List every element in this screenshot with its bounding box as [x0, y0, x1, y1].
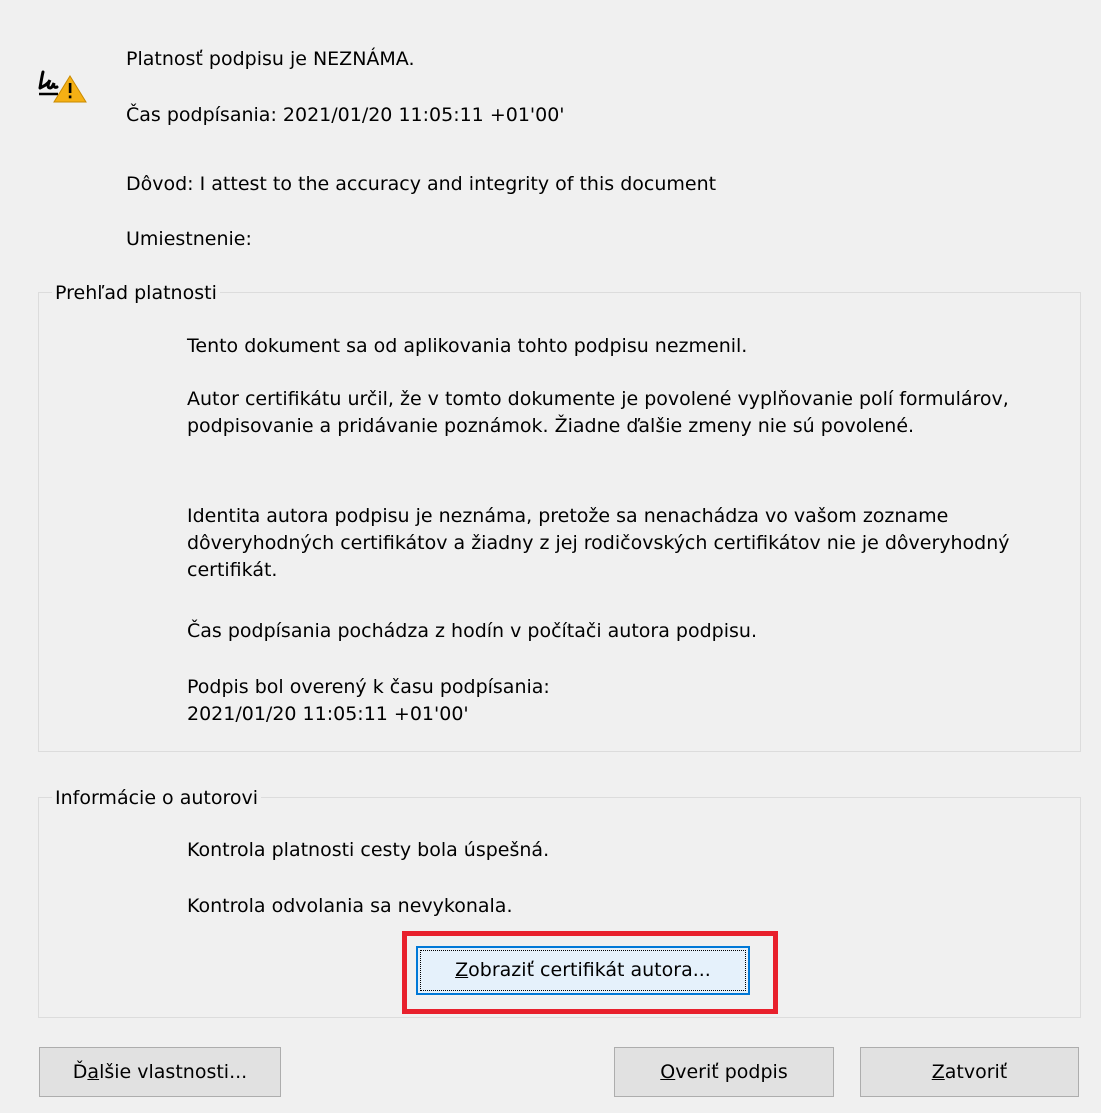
view-author-certificate-button[interactable]: Zobraziť certifikát autora... [416, 946, 750, 995]
validity-paragraph-unchanged: Tento dokument sa od aplikovania tohto p… [187, 335, 748, 357]
reason-label: Dôvod: [126, 173, 194, 195]
more-properties-label: Ďalšie vlastnosti... [72, 1060, 248, 1083]
verify-signature-button[interactable]: Overiť podpis [614, 1047, 834, 1097]
reason-value: I attest to the accuracy and integrity o… [199, 173, 717, 195]
verify-signature-label: Overiť podpis [660, 1060, 788, 1083]
close-label: Zatvoriť [931, 1060, 1008, 1083]
location-label: Umiestnenie: [126, 228, 252, 250]
signature-status-text: Platnosť podpisu je NEZNÁMA. [126, 48, 415, 70]
close-button[interactable]: Zatvoriť [860, 1047, 1079, 1097]
validity-paragraph-identity: Identita autora podpisu je neznáma, pret… [187, 505, 1010, 581]
more-properties-button[interactable]: Ďalšie vlastnosti... [39, 1047, 281, 1097]
validity-paragraph-permissions: Autor certifikátu určil, že v tomto doku… [187, 388, 1009, 437]
verified-at-label: Podpis bol overený k času podpísania: [187, 676, 550, 698]
revocation-check-text: Kontrola odvolania sa nevykonala. [187, 895, 513, 917]
verified-at-time: 2021/01/20 11:05:11 +01'00' [187, 703, 469, 725]
signing-time-label: Čas podpísania: [126, 104, 277, 126]
validity-paragraph-time-source: Čas podpísania pochádza z hodín v počíta… [187, 620, 757, 642]
reason-row: Dôvod: I attest to the accuracy and inte… [126, 173, 716, 195]
validity-summary-legend: Prehľad platnosti [52, 282, 220, 304]
signature-warning-icon [38, 66, 88, 112]
validity-paragraph-verified-at: Podpis bol overený k času podpísania: 20… [187, 674, 1047, 728]
author-info-legend: Informácie o autorovi [52, 787, 262, 809]
view-author-certificate-label: Zobraziť certifikát autora... [420, 950, 746, 991]
path-check-text: Kontrola platnosti cesty bola úspešná. [187, 839, 550, 861]
signing-time-value: 2021/01/20 11:05:11 +01'00' [282, 104, 565, 126]
signing-time-row: Čas podpísania: 2021/01/20 11:05:11 +01'… [126, 104, 565, 126]
